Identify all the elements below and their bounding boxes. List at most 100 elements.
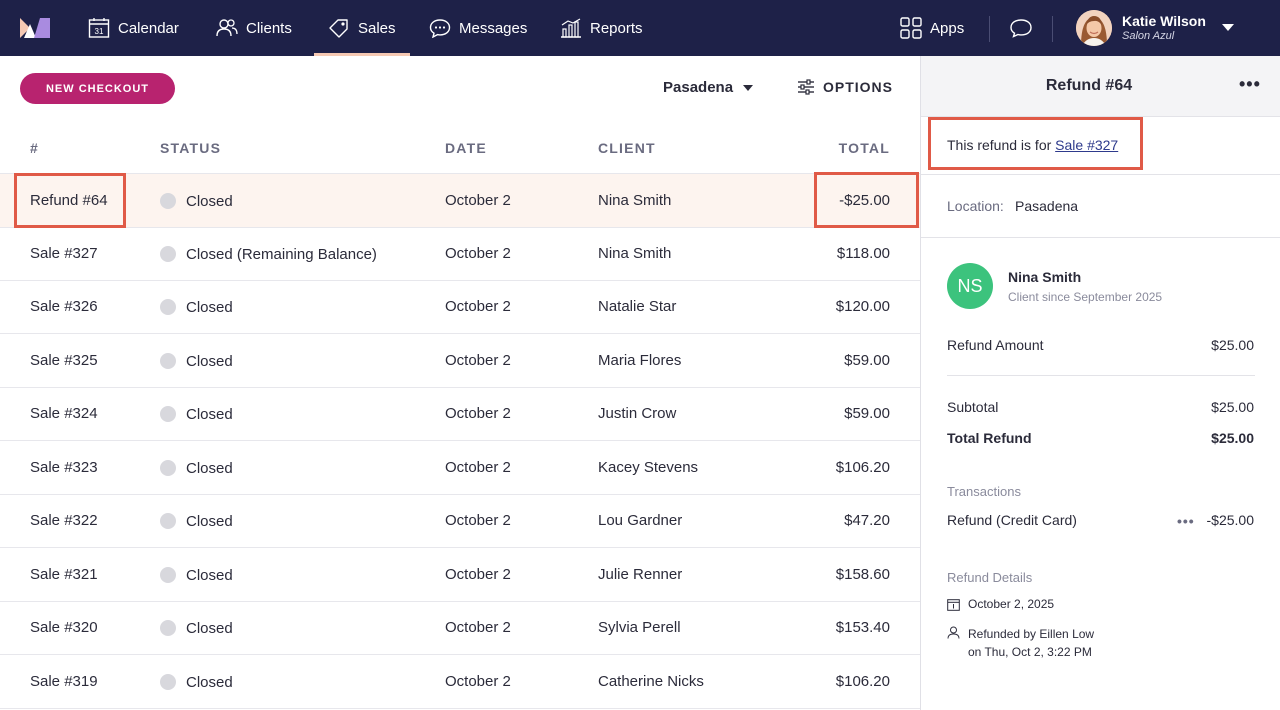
row-client: Sylvia Perell [598, 619, 681, 636]
table-row[interactable]: Sale #325 Closed October 2 Maria Flores … [0, 334, 920, 388]
nav-divider [989, 16, 990, 42]
table-row[interactable]: Sale #323 Closed October 2 Kacey Stevens… [0, 441, 920, 495]
nav-reports[interactable]: Reports [560, 0, 643, 56]
client-since: Client since September 2025 [1008, 290, 1163, 304]
panel-title: Refund #64 [1045, 77, 1133, 94]
location-dropdown[interactable]: Pasadena [663, 79, 754, 96]
row-date: October 2 [445, 619, 511, 636]
table-row[interactable]: Sale #326 Closed October 2 Natalie Star … [0, 281, 920, 334]
row-client: Kacey Stevens [598, 459, 699, 476]
nav-messages-label: Messages [459, 19, 528, 37]
status-dot-icon [160, 193, 176, 209]
refund-date-line: October 2, 2025 [947, 597, 1054, 611]
row-status: Closed [186, 567, 233, 584]
subtotal-label: Subtotal [947, 399, 999, 415]
table-row[interactable]: Sale #327 Closed (Remaining Balance) Oct… [0, 228, 920, 281]
svg-text:31: 31 [95, 27, 104, 36]
row-total: $120.00 [835, 298, 890, 315]
nav-apps[interactable]: Apps [900, 0, 964, 56]
status-dot-icon [160, 406, 176, 422]
nav-calendar[interactable]: 31 Calendar [88, 0, 179, 56]
refund-amount-value: $25.00 [1211, 337, 1254, 353]
row-total: $153.40 [835, 619, 890, 636]
row-status: Closed [186, 353, 233, 370]
chat-icon [429, 19, 451, 38]
row-id: Sale #320 [30, 619, 98, 636]
refund-source-text: This refund is for [947, 137, 1056, 153]
total-refund-label: Total Refund [947, 430, 1032, 446]
row-date: October 2 [445, 566, 511, 583]
column-header-id[interactable]: # [30, 140, 39, 156]
row-id: Sale #319 [30, 673, 98, 690]
nav-reports-label: Reports [590, 19, 643, 37]
table-row[interactable]: Sale #324 Closed October 2 Justin Crow $… [0, 388, 920, 441]
user-name[interactable]: Katie Wilson [1122, 13, 1206, 29]
row-status: Closed [186, 193, 233, 210]
notifications-button[interactable] [1009, 0, 1033, 56]
row-client: Maria Flores [598, 352, 682, 369]
client-name[interactable]: Nina Smith [1008, 269, 1081, 285]
chevron-down-icon [743, 84, 754, 91]
user-menu-caret-icon[interactable] [1222, 24, 1234, 31]
row-date: October 2 [445, 352, 511, 369]
table-row[interactable]: Refund #64 Closed October 2 Nina Smith -… [0, 174, 920, 228]
row-total: $47.20 [844, 512, 890, 529]
row-date: October 2 [445, 673, 511, 690]
nav-messages[interactable]: Messages [429, 0, 527, 56]
column-header-client[interactable]: CLIENT [598, 140, 656, 156]
row-id: Sale #321 [30, 566, 98, 583]
column-header-total[interactable]: TOTAL [839, 140, 890, 156]
row-client: Catherine Nicks [598, 673, 704, 690]
column-header-status[interactable]: STATUS [160, 140, 221, 156]
user-avatar[interactable] [1076, 10, 1112, 46]
refund-amount-label: Refund Amount [947, 337, 1044, 353]
row-total: $59.00 [844, 352, 890, 369]
new-checkout-button[interactable]: NEW CHECKOUT [20, 73, 175, 104]
row-date: October 2 [445, 405, 511, 422]
refund-detail-panel: Refund #64 ••• This refund is for Sale #… [920, 56, 1280, 710]
row-total: $106.20 [835, 673, 890, 690]
nav-calendar-label: Calendar [118, 19, 179, 37]
row-client: Natalie Star [598, 298, 677, 315]
table-row[interactable]: Sale #319 Closed October 2 Catherine Nic… [0, 655, 920, 709]
transaction-value: -$25.00 [1206, 512, 1254, 528]
refunded-by-text: Refunded by Eillen Low on Thu, Oct 2, 3:… [968, 625, 1094, 661]
calendar-small-icon [947, 599, 960, 611]
row-date: October 2 [445, 245, 511, 262]
refunded-by: Refunded by Eillen Low [968, 627, 1095, 641]
refund-source: This refund is for Sale #327 [947, 137, 1118, 153]
row-client: Nina Smith [598, 245, 672, 262]
row-total: $59.00 [844, 405, 890, 422]
row-total: -$25.00 [839, 192, 890, 209]
row-date: October 2 [445, 298, 511, 315]
row-id: Sale #327 [30, 245, 98, 262]
status-dot-icon [160, 567, 176, 583]
divider [921, 174, 1280, 175]
client-avatar[interactable]: NS [947, 263, 993, 309]
nav-sales[interactable]: Sales [314, 0, 409, 56]
column-header-date[interactable]: DATE [445, 140, 487, 156]
row-id: Sale #323 [30, 459, 98, 476]
subtotal-value: $25.00 [1211, 399, 1254, 415]
options-button[interactable]: OPTIONS [797, 79, 893, 95]
status-dot-icon [160, 513, 176, 529]
more-options-icon[interactable]: ••• [1239, 74, 1261, 95]
sales-table-header: # STATUS DATE CLIENT TOTAL [0, 120, 920, 174]
transaction-more-icon[interactable]: ••• [1177, 513, 1195, 529]
table-row[interactable]: Sale #321 Closed October 2 Julie Renner … [0, 548, 920, 602]
nav-clients[interactable]: Clients [216, 0, 292, 56]
user-photo-icon [1076, 10, 1112, 46]
row-total: $158.60 [835, 566, 890, 583]
table-row[interactable]: Sale #322 Closed October 2 Lou Gardner $… [0, 495, 920, 548]
panel-header: Refund #64 ••• [921, 56, 1280, 117]
divider [947, 375, 1255, 376]
top-nav: 31 Calendar Clients Sales Messages Repor… [0, 0, 1280, 56]
clients-icon [216, 19, 238, 37]
row-client: Julie Renner [598, 566, 683, 583]
table-row[interactable]: Sale #320 Closed October 2 Sylvia Perell… [0, 602, 920, 655]
brand-logo[interactable] [20, 16, 50, 38]
original-sale-link[interactable]: Sale #327 [1055, 137, 1118, 153]
refund-details-heading: Refund Details [947, 570, 1033, 585]
user-business: Salon Azul [1122, 30, 1175, 42]
row-id: Sale #325 [30, 352, 98, 369]
